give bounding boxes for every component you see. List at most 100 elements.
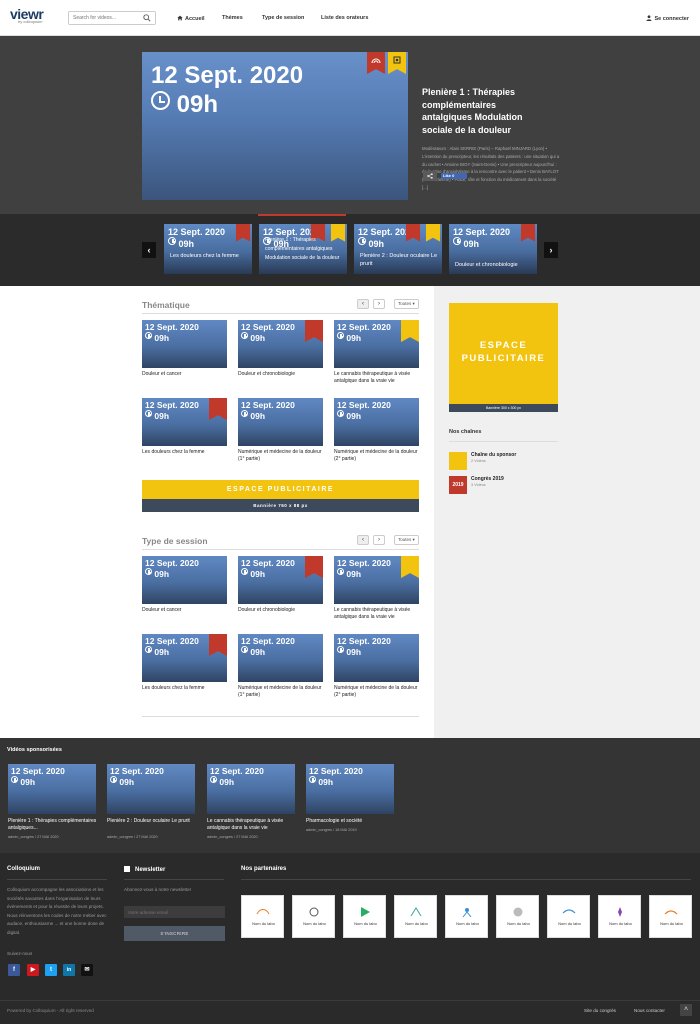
partner-logo[interactable]: Nom du labo: [496, 895, 539, 938]
session-card[interactable]: 12 Sept. 2020 09h: [142, 634, 227, 682]
nav-orateurs[interactable]: Liste des orateurs: [321, 15, 368, 21]
channel-thumb[interactable]: [449, 452, 467, 470]
share-button[interactable]: [423, 171, 437, 181]
nav-label: Liste des orateurs: [321, 15, 369, 21]
logo-subtitle: by colloquium: [18, 19, 43, 24]
footer-link-contact[interactable]: Nous contacter: [634, 1008, 665, 1013]
item-time: 09h: [337, 568, 361, 579]
sponsored-caption[interactable]: Plenière 2 : Douleur oculaire Le prurit: [107, 818, 207, 825]
email-field[interactable]: [124, 906, 225, 918]
card-caption[interactable]: Douleur et cancer: [142, 371, 230, 378]
sponsored-meta: admin_congres / 18 MAI 2019: [306, 828, 357, 832]
thematique-filter-select[interactable]: Toutes ▾: [394, 299, 419, 309]
footer-link-congres[interactable]: Site du congrès: [584, 1008, 616, 1013]
channel-name[interactable]: Congrès 2019: [471, 476, 504, 482]
youtube-icon[interactable]: ▶: [27, 964, 39, 976]
card-caption[interactable]: Les douleurs chez la femme: [142, 449, 230, 456]
card-caption[interactable]: Numérique et médecine de la douleur (2° …: [334, 685, 422, 699]
channel-thumb[interactable]: 2019: [449, 476, 467, 494]
card-caption[interactable]: Les douleurs chez la femme: [142, 685, 230, 692]
logo[interactable]: viewr by colloquium: [10, 7, 44, 24]
nav-label: Thèmes: [222, 15, 243, 21]
newsletter-heading: Newsletter: [135, 867, 166, 873]
sponsored-card[interactable]: 12 Sept. 2020 09h: [107, 764, 195, 814]
card-caption[interactable]: Numérique et médecine de la douleur (2° …: [334, 449, 422, 463]
search-icon[interactable]: [143, 14, 151, 22]
thematique-card[interactable]: 12 Sept. 2020 09h: [142, 320, 227, 368]
item-time: 09h: [11, 776, 35, 787]
select-value: Toutes: [398, 537, 412, 542]
thematique-prev-button[interactable]: ‹: [357, 299, 369, 309]
hero-section: 12 Sept. 2020 09h Plenière 1 : Thérapies…: [0, 36, 700, 214]
newsletter-text: Abonnez-vous à notre newsletter: [124, 887, 192, 892]
session-prev-button[interactable]: ‹: [357, 535, 369, 545]
thematique-card[interactable]: 12 Sept. 2020 09h: [334, 320, 419, 368]
card-caption[interactable]: Numérique et médecine de la douleur (1° …: [238, 449, 326, 463]
sponsored-caption[interactable]: Le cannabis thérapeutique à visée antalg…: [207, 818, 307, 832]
partner-logo[interactable]: Nom du labo: [445, 895, 488, 938]
item-title: Les douleurs chez la femme: [170, 253, 239, 259]
thematique-next-button[interactable]: ›: [373, 299, 385, 309]
sponsored-card[interactable]: 12 Sept. 2020 09h: [8, 764, 96, 814]
hero-title[interactable]: Plenière 1 : Thérapies complémentaires a…: [422, 86, 547, 136]
sidebar-ad[interactable]: ESPACE PUBLICITAIRE Bannière 300 x 300 p…: [449, 303, 558, 412]
carousel-next-button[interactable]: ›: [544, 242, 558, 258]
facebook-icon[interactable]: f: [8, 964, 20, 976]
partner-logo[interactable]: Nom du labo: [241, 895, 284, 938]
ad-banner[interactable]: ESPACE PUBLICITAIRE Bannière 760 x 88 px: [142, 480, 419, 512]
card-caption[interactable]: Douleur et chronobiologie: [238, 607, 326, 614]
card-caption[interactable]: Le cannabis thérapeutique à visée antalg…: [334, 371, 422, 385]
channel-name[interactable]: Chaîne du sponsor: [471, 452, 516, 458]
clock-icon: [168, 237, 176, 245]
facebook-like-button[interactable]: Like 0: [441, 173, 467, 179]
card-caption[interactable]: Numérique et médecine de la douleur (1° …: [238, 685, 326, 699]
nav-accueil[interactable]: Accueil: [177, 15, 205, 22]
session-card[interactable]: 12 Sept. 2020 09h: [334, 634, 419, 682]
subscribe-button[interactable]: S'INSCRIRE: [124, 926, 225, 941]
carousel-item[interactable]: 12 Sept. 2020 09h Plenière 2 : Douleur o…: [354, 224, 442, 274]
carousel-item[interactable]: 12 Sept. 2020 09h Plenière 1 : Thérapies…: [259, 224, 347, 274]
session-card[interactable]: 12 Sept. 2020 09h: [334, 556, 419, 604]
scroll-top-button[interactable]: ˄: [680, 1004, 692, 1016]
item-time-text: 09h: [318, 777, 334, 787]
nav-themes[interactable]: Thèmes: [222, 15, 243, 21]
session-card[interactable]: 12 Sept. 2020 09h: [238, 556, 323, 604]
thematique-card[interactable]: 12 Sept. 2020 09h: [238, 320, 323, 368]
login-link[interactable]: Se connecter: [646, 15, 689, 22]
partner-logo[interactable]: Nom du labo: [598, 895, 641, 938]
partner-logo[interactable]: Nom du labo: [394, 895, 437, 938]
thematique-card[interactable]: 12 Sept. 2020 09h: [142, 398, 227, 446]
partner-logo-icon: [664, 910, 678, 915]
nav-type-session[interactable]: Type de session: [262, 15, 304, 21]
carousel-item[interactable]: 12 Sept. 2020 09h Les douleurs chez la f…: [164, 224, 252, 274]
session-filter-select[interactable]: Toutes ▾: [394, 535, 419, 545]
twitter-icon[interactable]: t: [45, 964, 57, 976]
thematique-card[interactable]: 12 Sept. 2020 09h: [238, 398, 323, 446]
channels-heading: Nos chaînes: [449, 429, 482, 435]
item-time: 09h: [168, 237, 194, 249]
partner-logo[interactable]: Nom du labo: [547, 895, 590, 938]
hero-video-thumbnail[interactable]: 12 Sept. 2020 09h: [142, 52, 408, 200]
sponsored-card[interactable]: 12 Sept. 2020 09h: [306, 764, 394, 814]
card-caption[interactable]: Douleur et cancer: [142, 607, 230, 614]
card-caption[interactable]: Le cannabis thérapeutique à visée antalg…: [334, 607, 422, 621]
carousel-prev-button[interactable]: ‹: [142, 242, 156, 258]
partner-logo[interactable]: Nom du labo: [649, 895, 692, 938]
sponsored-card[interactable]: 12 Sept. 2020 09h: [207, 764, 295, 814]
partner-logo[interactable]: Nom du labo: [343, 895, 386, 938]
search-input[interactable]: [69, 12, 139, 24]
linkedin-icon[interactable]: in: [63, 964, 75, 976]
card-caption[interactable]: Douleur et chronobiologie: [238, 371, 326, 378]
newsletter-icon: [124, 866, 130, 872]
thematique-card[interactable]: 12 Sept. 2020 09h: [334, 398, 419, 446]
partner-logo[interactable]: Nom du labo: [292, 895, 335, 938]
sponsored-caption[interactable]: Pharmacologie et société: [306, 818, 406, 825]
partner-logo-icon: [513, 907, 523, 917]
email-icon[interactable]: ✉: [81, 964, 93, 976]
sponsored-caption[interactable]: Plenière 1 : Thérapies complémentaires a…: [8, 818, 108, 832]
session-card[interactable]: 12 Sept. 2020 09h: [142, 556, 227, 604]
session-card[interactable]: 12 Sept. 2020 09h: [238, 634, 323, 682]
session-next-button[interactable]: ›: [373, 535, 385, 545]
carousel-item[interactable]: 12 Sept. 2020 09h Douleur et chronobiolo…: [449, 224, 537, 274]
partner-name: Nom du labo: [252, 921, 275, 926]
